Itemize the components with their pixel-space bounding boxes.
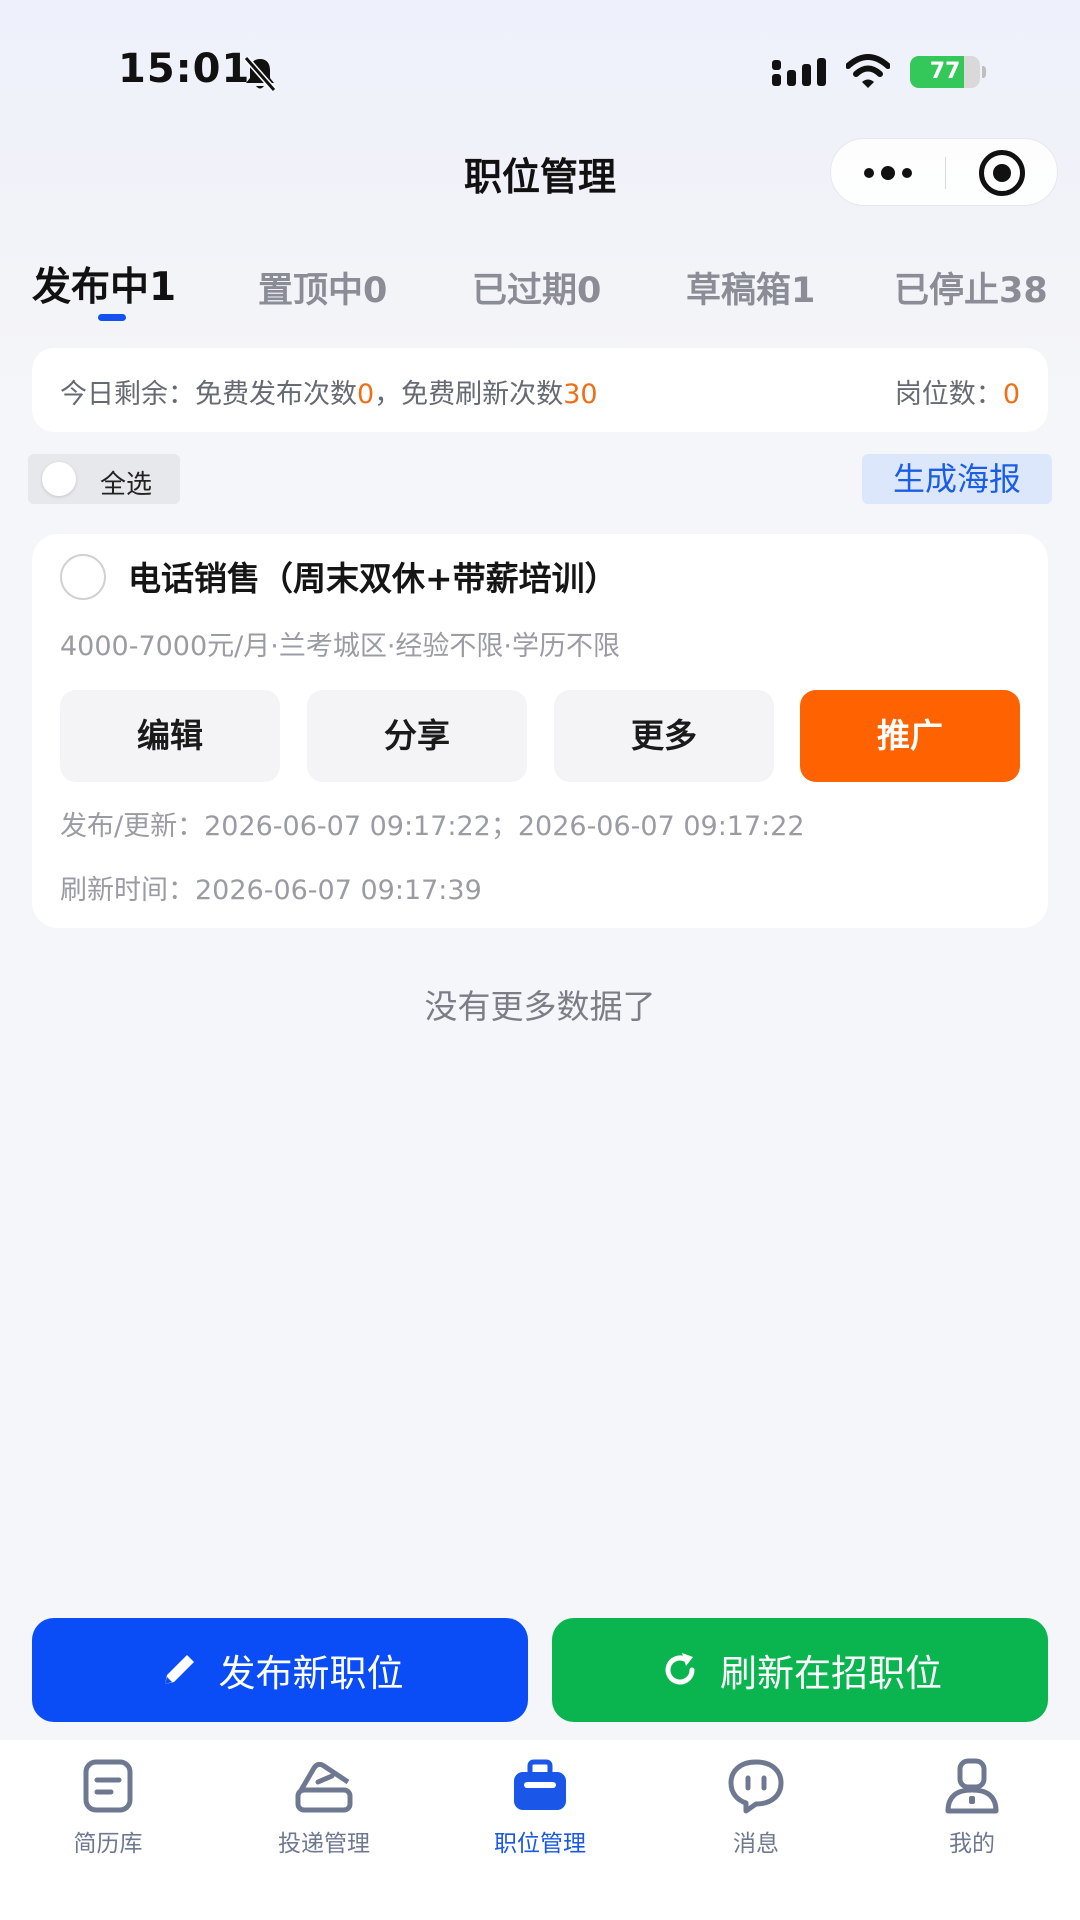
refresh-jobs-button[interactable]: 刷新在招职位 bbox=[552, 1618, 1048, 1722]
wifi-icon bbox=[846, 54, 890, 88]
mini-program-capsule bbox=[830, 138, 1058, 206]
more-button[interactable]: 更多 bbox=[554, 690, 774, 782]
job-select-radio[interactable] bbox=[60, 554, 106, 600]
share-button[interactable]: 分享 bbox=[307, 690, 527, 782]
generate-poster-button[interactable]: 生成海报 bbox=[862, 454, 1052, 504]
briefcase-icon bbox=[514, 1759, 566, 1810]
free-refresh-count: 30 bbox=[563, 379, 598, 410]
quota-remaining: 今日剩余：免费发布次数0，免费刷新次数30 bbox=[60, 372, 598, 411]
job-meta: 4000-7000元/月·兰考城区·经验不限·学历不限 bbox=[60, 631, 621, 662]
refresh-time: 刷新时间：2026-06-07 09:17:39 bbox=[60, 875, 482, 906]
tabbar-label-delivery: 投递管理 bbox=[278, 1831, 370, 1857]
tabbar-item-resume[interactable]: 简历库 bbox=[0, 1758, 216, 1868]
publish-update-time: 发布/更新：2026-06-07 09:17:22；2026-06-07 09:… bbox=[60, 811, 805, 842]
publish-new-job-label: 发布新职位 bbox=[218, 1652, 404, 1695]
more-options-icon[interactable] bbox=[831, 139, 945, 207]
bell-off-icon bbox=[243, 56, 277, 92]
select-all-label: 全选 bbox=[100, 470, 153, 500]
bottom-tab-bar: 简历库 投递管理 职位管理 消息 我的 bbox=[0, 1740, 1080, 1920]
job-card: 电话销售（周末双休+带薪培训） 4000-7000元/月·兰考城区·经验不限·学… bbox=[32, 534, 1048, 928]
publish-new-job-button[interactable]: 发布新职位 bbox=[32, 1618, 528, 1722]
job-title[interactable]: 电话销售（周末双休+带薪培训） bbox=[128, 552, 618, 600]
battery-icon: 77 bbox=[910, 56, 986, 88]
close-target-icon[interactable] bbox=[945, 139, 1059, 207]
edit-button[interactable]: 编辑 bbox=[60, 690, 280, 782]
tabbar-label-profile: 我的 bbox=[949, 1831, 995, 1857]
positions-value: 0 bbox=[1002, 379, 1020, 410]
select-all-toggle[interactable]: 全选 bbox=[28, 454, 180, 504]
tabbar-item-delivery[interactable]: 投递管理 bbox=[216, 1758, 432, 1868]
tabbar-label-jobs: 职位管理 bbox=[494, 1831, 586, 1857]
battery-level: 77 bbox=[929, 59, 961, 84]
status-tabs: 发布中1 置顶中0 已过期0 草稿箱1 已停止38 bbox=[0, 256, 1080, 326]
positions-count: 岗位数：0 bbox=[895, 372, 1020, 411]
tab-stopped[interactable]: 已停止38 bbox=[894, 262, 1048, 313]
no-more-data: 没有更多数据了 bbox=[424, 987, 656, 1026]
refresh-icon bbox=[665, 1653, 695, 1685]
tabbar-label-messages: 消息 bbox=[733, 1831, 779, 1857]
message-icon bbox=[728, 1759, 784, 1814]
tabbar-item-profile[interactable]: 我的 bbox=[864, 1758, 1080, 1868]
promote-button[interactable]: 推广 bbox=[800, 690, 1020, 782]
select-all-knob bbox=[42, 462, 76, 496]
refresh-jobs-label: 刷新在招职位 bbox=[720, 1652, 942, 1695]
pencil-icon bbox=[164, 1655, 194, 1684]
tab-publishing[interactable]: 发布中1 bbox=[32, 256, 176, 312]
positions-label: 岗位数： bbox=[894, 379, 1003, 410]
resume-icon bbox=[83, 1759, 133, 1813]
quota-card: 今日剩余：免费发布次数0，免费刷新次数30 岗位数：0 bbox=[32, 348, 1048, 432]
free-publish-count: 0 bbox=[357, 379, 375, 410]
quota-prefix: 今日剩余：免费发布次数 bbox=[60, 379, 357, 410]
tabbar-item-jobs[interactable]: 职位管理 bbox=[432, 1758, 648, 1868]
status-time: 15:01 bbox=[118, 46, 251, 92]
profile-icon bbox=[945, 1758, 999, 1814]
quota-middle: ，免费刷新次数 bbox=[374, 379, 564, 410]
page: 15:01 77 职位管理 发布中1 置顶中0 已过期0 草稿箱1 已停止38 … bbox=[0, 0, 1080, 1920]
tab-drafts[interactable]: 草稿箱1 bbox=[686, 262, 815, 313]
tabbar-label-resume: 简历库 bbox=[73, 1831, 143, 1857]
signal-icon bbox=[772, 58, 826, 86]
delivery-icon bbox=[295, 1761, 353, 1813]
status-bar: 15:01 77 bbox=[0, 0, 1080, 140]
tab-pinned[interactable]: 置顶中0 bbox=[258, 262, 387, 313]
tabbar-item-messages[interactable]: 消息 bbox=[648, 1758, 864, 1868]
tab-expired[interactable]: 已过期0 bbox=[472, 262, 601, 313]
active-tab-indicator bbox=[98, 314, 126, 321]
